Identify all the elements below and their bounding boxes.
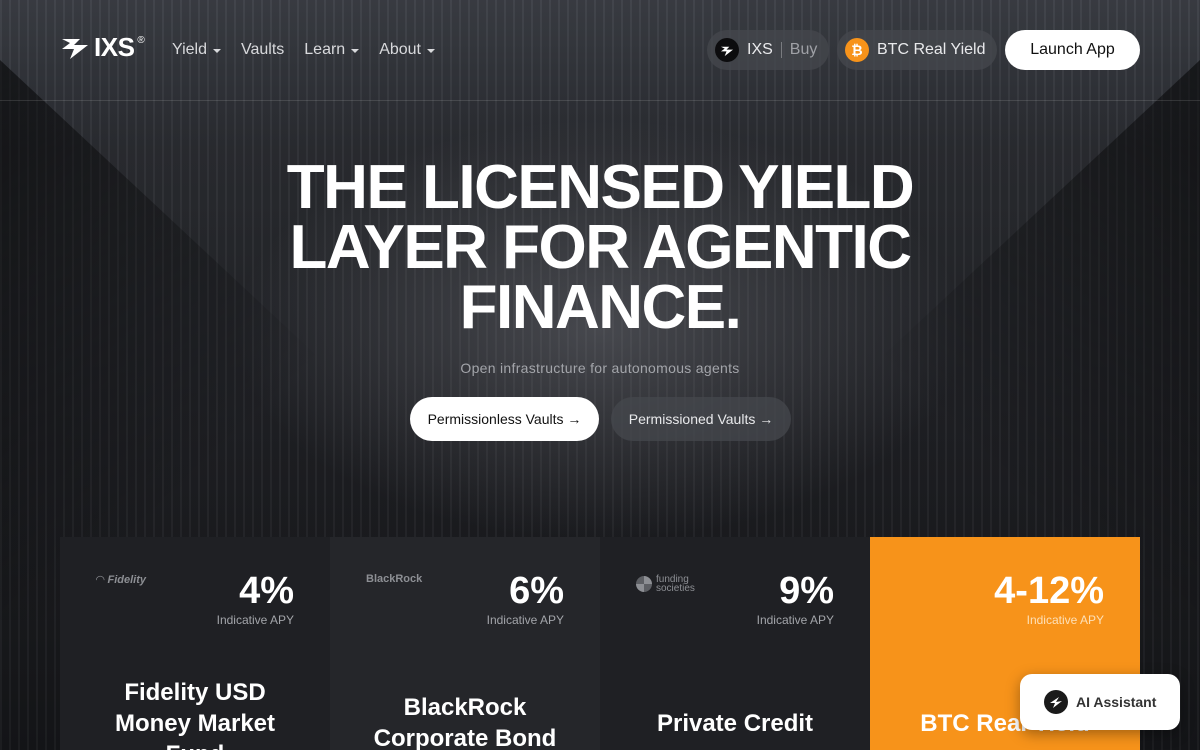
card-rate: 6% [509,570,564,612]
yield-card-blackrock[interactable]: BlackRock 6% Indicative APY BlackRock Co… [330,537,600,750]
menu-item-label: Vaults [240,41,285,58]
card-title: Private Credit [656,710,814,737]
pill-divider [780,42,782,58]
chevron-down-icon [212,48,221,53]
hero-subline: Open infrastructure for autonomous agent… [460,360,740,376]
hero-shadow-right [870,60,1200,620]
blackrock-logo: BlackRock [366,573,423,585]
ixs-token-icon [715,38,739,62]
card-apy-label: Indicative APY [1026,613,1104,627]
permissioned-vaults-button[interactable]: Permissioned Vaults → [611,397,791,441]
card-apy-label: Indicative APY [756,613,834,627]
top-nav: IXS ® Yield Vaults Learn About IXS Buy ₿… [0,0,1200,101]
menu-item-learn[interactable]: Learn [304,38,360,62]
main-menu: Yield Vaults Learn About [172,38,435,62]
card-title: BlackRock Corporate Bond [373,694,557,750]
logo-registered-mark: ® [137,35,145,46]
buy-token-link[interactable]: Buy [790,41,818,59]
logo-text: IXS [94,32,135,62]
yield-cards: ◠ Fidelity 4% Indicative APY Fidelity US… [60,537,1140,750]
btc-pill-label: BTC Real Yield [877,41,986,58]
chat-bubble-icon [1044,690,1068,714]
menu-item-label: Yield [172,41,207,58]
card-apy-label: Indicative APY [486,613,564,627]
yield-card-private-credit[interactable]: funding societies 9% Indicative APY Priv… [600,537,870,750]
chevron-down-icon [351,48,360,53]
card-rate: 9% [779,570,834,612]
card-apy-label: Indicative APY [216,613,294,627]
card-title: Fidelity USD Money Market Fund [114,679,276,750]
funding-societies-mark-icon [636,576,652,592]
token-symbol: IXS [747,41,773,58]
bitcoin-icon: ₿ [845,38,869,62]
funding-societies-logo: funding societies [636,574,695,594]
fidelity-logo-text: Fidelity [107,573,146,586]
card-rate: 4% [239,570,294,612]
hero-shadow-left [0,60,330,620]
ixs-logo-icon [62,39,88,59]
yield-card-fidelity[interactable]: ◠ Fidelity 4% Indicative APY Fidelity US… [60,537,330,750]
ixs-logo[interactable]: IXS ® [60,33,145,61]
fidelity-mark-icon: ◠ [96,574,105,586]
btc-real-yield-pill[interactable]: ₿ BTC Real Yield [837,30,997,70]
card-rate: 4-12% [994,570,1104,612]
ai-assistant-label: AI Assistant [1076,694,1157,710]
menu-item-vaults[interactable]: Vaults [241,38,284,62]
menu-item-label: About [379,41,421,58]
ixs-token-pill[interactable]: IXS Buy [707,30,829,70]
menu-item-yield[interactable]: Yield [172,38,221,62]
funding-societies-logo-text: funding societies [656,574,695,594]
hero-headline: THE LICENSED YIELD LAYER FOR AGENTIC FIN… [286,153,915,342]
fidelity-logo: ◠ Fidelity [96,573,146,587]
menu-item-about[interactable]: About [379,38,435,62]
chevron-down-icon [427,48,435,53]
ai-assistant-button[interactable]: AI Assistant [1020,674,1180,730]
menu-item-label: Learn [304,41,346,58]
permissionless-vaults-button[interactable]: Permissionless Vaults → [410,397,599,441]
launch-app-button[interactable]: Launch App [1005,30,1140,70]
